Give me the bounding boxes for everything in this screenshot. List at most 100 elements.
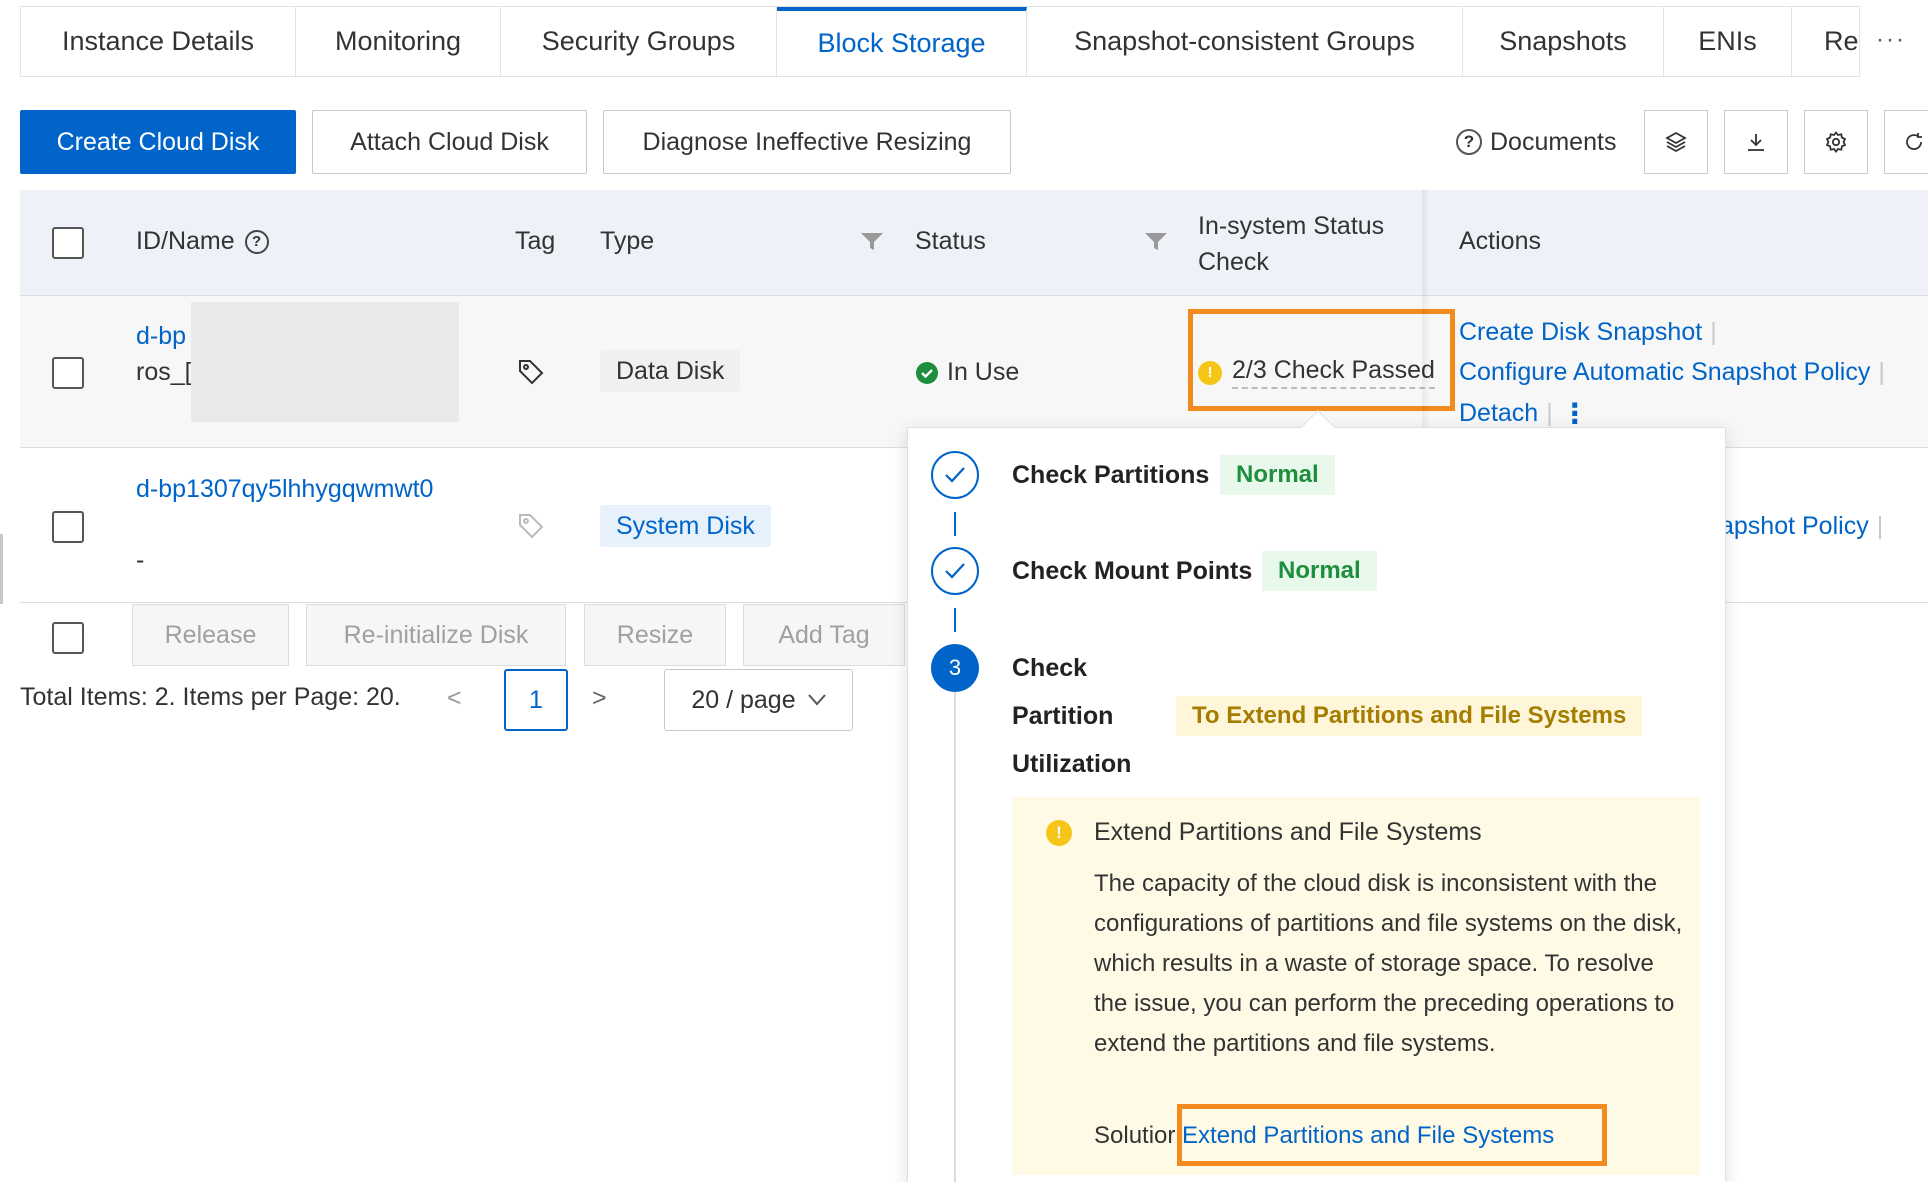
- checkmark-icon: [945, 467, 965, 483]
- tab-instance-details[interactable]: Instance Details: [21, 7, 296, 76]
- page-size-select[interactable]: 20 / page: [664, 669, 853, 731]
- tag-icon[interactable]: [518, 513, 544, 539]
- step-title: Check Partitions: [1012, 461, 1210, 489]
- select-all-checkbox[interactable]: [52, 227, 84, 259]
- documents-link[interactable]: ? Documents: [1456, 110, 1616, 174]
- add-tag-button[interactable]: Add Tag: [743, 604, 905, 666]
- header-tag: Tag: [515, 227, 556, 255]
- disk-name: -: [136, 546, 145, 574]
- attach-cloud-disk-button[interactable]: Attach Cloud Disk: [312, 110, 587, 174]
- step-title: Check Mount Points: [1012, 557, 1253, 585]
- step-connector: [954, 608, 956, 632]
- type-badge: System Disk: [600, 505, 771, 547]
- help-circle-icon: ?: [1456, 129, 1482, 155]
- action-line-2: Configure Automatic Snapshot Policy |: [1459, 358, 1893, 387]
- checkmark-icon: [945, 563, 965, 579]
- header-id-name: ID/Name ?: [136, 227, 269, 256]
- action-separator: |: [1876, 512, 1884, 540]
- detach-link[interactable]: Detach: [1459, 399, 1538, 428]
- action-line-partial: apshot Policy |: [1720, 512, 1891, 541]
- status-badge: Normal: [1262, 551, 1377, 591]
- status-filter-icon[interactable]: [1144, 232, 1168, 252]
- status-badge: Normal: [1220, 455, 1335, 495]
- type-filter-icon[interactable]: [860, 232, 884, 252]
- tab-snapshots[interactable]: Snapshots: [1463, 7, 1664, 76]
- disk-id-link[interactable]: d-bp: [136, 322, 186, 351]
- tab-block-storage[interactable]: Block Storage: [777, 7, 1027, 76]
- row-checkbox[interactable]: [52, 357, 84, 389]
- header-in-system-check: In-system Status Check: [1198, 208, 1384, 280]
- header-check-line1: In-system Status: [1198, 212, 1385, 240]
- step-title-line: Check: [1012, 654, 1088, 682]
- header-check-line2: Check: [1198, 248, 1269, 276]
- create-disk-snapshot-link[interactable]: Create Disk Snapshot: [1459, 318, 1702, 346]
- status-text: In Use: [947, 358, 1020, 386]
- prev-page-icon[interactable]: <: [447, 684, 462, 713]
- status-badge: To Extend Partitions and File Systems: [1176, 696, 1643, 736]
- tab-snapshot-consistent-groups[interactable]: Snapshot-consistent Groups: [1027, 7, 1463, 76]
- step-done-icon: [931, 451, 979, 499]
- pagination-summary: Total Items: 2. Items per Page: 20.: [20, 683, 401, 711]
- step-done-icon: [931, 547, 979, 595]
- instance-tabs: Instance Details Monitoring Security Gro…: [20, 6, 1860, 77]
- header-id-name-label: ID/Name: [136, 227, 235, 255]
- batch-select-checkbox[interactable]: [52, 622, 84, 654]
- layers-button[interactable]: [1644, 110, 1708, 174]
- configure-snapshot-policy-link[interactable]: Configure Automatic Snapshot Policy: [1459, 358, 1870, 386]
- check-circle-icon: [916, 361, 938, 384]
- step-title-line: Partition: [1012, 702, 1114, 730]
- action-line-1: Create Disk Snapshot |: [1459, 318, 1725, 347]
- row-checkbox[interactable]: [52, 511, 84, 543]
- download-button[interactable]: [1724, 110, 1788, 174]
- redacted-region: [191, 302, 459, 422]
- step-connector: [954, 692, 956, 1182]
- step-connector: [954, 512, 956, 536]
- tab-overflow[interactable]: Rer: [1792, 7, 1859, 76]
- layers-icon: [1665, 131, 1687, 153]
- chevron-down-icon: [807, 694, 826, 706]
- release-button[interactable]: Release: [132, 604, 289, 666]
- documents-label: Documents: [1490, 127, 1617, 156]
- type-badge: Data Disk: [600, 350, 741, 392]
- more-tabs-icon[interactable]: ···: [1876, 26, 1906, 54]
- gear-icon: [1825, 131, 1847, 153]
- tag-icon[interactable]: [518, 359, 544, 385]
- disk-id-link[interactable]: d-bp1307qy5lhhygqwmwt0: [136, 475, 433, 504]
- help-circle-icon[interactable]: ?: [244, 229, 269, 254]
- actions-column-shadow: [1422, 190, 1430, 448]
- configure-snapshot-policy-link[interactable]: apshot Policy: [1720, 512, 1869, 540]
- header-type: Type: [600, 227, 655, 255]
- disk-name: ros_[: [136, 358, 192, 386]
- page-number-current[interactable]: 1: [504, 669, 568, 731]
- tab-security-groups[interactable]: Security Groups: [501, 7, 777, 76]
- header-status: Status: [915, 227, 986, 255]
- action-line-3: Detach | ⋮: [1459, 397, 1589, 430]
- reinitialize-disk-button[interactable]: Re-initialize Disk: [306, 604, 566, 666]
- settings-button[interactable]: [1804, 110, 1868, 174]
- warning-title: Extend Partitions and File Systems: [1094, 818, 1482, 846]
- header-actions: Actions: [1459, 227, 1541, 255]
- warning-icon: !: [1046, 820, 1072, 846]
- refresh-icon: [1906, 133, 1922, 150]
- highlight-check-result: [1188, 309, 1455, 411]
- warning-description: The capacity of the cloud disk is incons…: [1094, 870, 1683, 1057]
- block-storage-page: Instance Details Monitoring Security Gro…: [0, 0, 1928, 1182]
- download-icon: [1748, 134, 1764, 151]
- resize-button[interactable]: Resize: [584, 604, 726, 666]
- tab-enis[interactable]: ENIs: [1664, 7, 1792, 76]
- left-edge-marker: [0, 534, 3, 604]
- step-title-line: Utilization: [1012, 750, 1132, 778]
- tab-monitoring[interactable]: Monitoring: [296, 7, 501, 76]
- diagnose-resizing-button[interactable]: Diagnose Ineffective Resizing: [603, 110, 1011, 174]
- highlight-solution-link: [1177, 1104, 1607, 1166]
- action-separator: |: [1710, 318, 1717, 346]
- step-current-number: 3: [931, 644, 979, 692]
- refresh-button[interactable]: [1884, 110, 1928, 174]
- solution-label: Solutior: [1094, 1122, 1176, 1149]
- status-cell: In Use: [915, 358, 1019, 387]
- more-actions-icon[interactable]: ⋮: [1561, 397, 1589, 430]
- create-cloud-disk-button[interactable]: Create Cloud Disk: [20, 110, 296, 174]
- action-separator: |: [1546, 399, 1553, 427]
- action-separator: |: [1878, 358, 1885, 386]
- next-page-icon[interactable]: >: [592, 684, 607, 713]
